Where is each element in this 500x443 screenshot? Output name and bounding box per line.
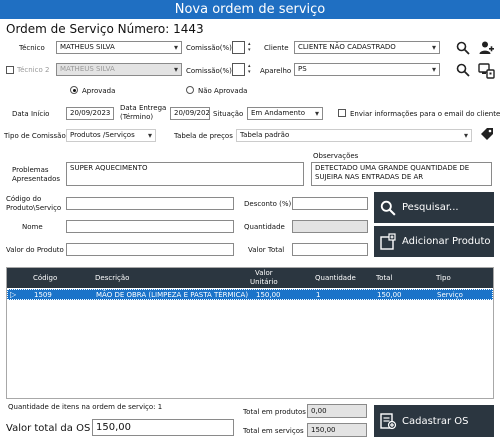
- adicionar-produto-label: Adicionar Produto: [402, 236, 491, 247]
- col-descricao[interactable]: Descrição: [95, 274, 129, 282]
- order-heading: Ordem de Serviço Número: 1443: [6, 22, 204, 36]
- nao-aprovada-radio[interactable]: [186, 86, 194, 94]
- comissao-input[interactable]: [232, 41, 245, 54]
- row-codigo: 1509: [34, 291, 52, 299]
- valor-total-os-field[interactable]: 150,00: [92, 419, 234, 436]
- col-tipo[interactable]: Tipo: [436, 274, 451, 282]
- situacao-label: Situação: [213, 110, 244, 118]
- valor-total-input[interactable]: [292, 243, 368, 256]
- problemas-label: Problemas: [12, 166, 49, 174]
- itens-count: Quantidade de itens na ordem de serviço:…: [8, 403, 163, 411]
- tabela-precos-select[interactable]: Tabela padrão: [236, 129, 472, 142]
- add-user-icon[interactable]: [478, 40, 494, 56]
- codigo-label: Código do: [6, 195, 42, 203]
- aparelho-label: Aparelho: [260, 67, 292, 75]
- col-valor-sub[interactable]: Unitário: [250, 278, 278, 286]
- total-produtos-field: 0,00: [307, 404, 367, 418]
- comissao2-stepper[interactable]: ▴ ▾: [248, 63, 256, 77]
- total-produtos-label: Total em produtos: [243, 408, 306, 416]
- items-table[interactable]: Código Descrição Valor Unitário Quantida…: [6, 267, 494, 399]
- nao-aprovada-label: Não Aprovada: [198, 87, 248, 95]
- nome-label: Nome: [22, 223, 43, 231]
- row-tipo: Serviço: [437, 291, 463, 299]
- tecnico2-select[interactable]: MATHEUS SILVA: [56, 63, 182, 76]
- data-entrega-sublabel: (Término): [120, 113, 154, 121]
- valor-produto-label: Valor do Produto: [6, 246, 64, 254]
- data-inicio-label: Data Início: [12, 110, 50, 118]
- table-header: Código Descrição Valor Unitário Quantida…: [7, 268, 493, 288]
- codigo-input[interactable]: [66, 197, 234, 210]
- table-row[interactable]: ▷ 1509 MÃO DE OBRA (LIMPEZA E PASTA TÉRM…: [7, 289, 493, 300]
- situacao-select[interactable]: Em Andamento: [247, 107, 323, 120]
- data-entrega-label: Data Entrega: [120, 104, 167, 112]
- search-icon[interactable]: [456, 41, 470, 55]
- row-descricao: MÃO DE OBRA (LIMPEZA E PASTA TÉRMICA): [96, 291, 249, 299]
- comissao2-label: Comissão(%): [186, 67, 232, 75]
- quantidade-label: Quantidade: [244, 223, 285, 231]
- email-checkbox[interactable]: [338, 109, 346, 117]
- comissao2-input[interactable]: [232, 63, 245, 76]
- add-icon: [374, 232, 402, 251]
- device-add-icon[interactable]: [478, 62, 495, 79]
- tipo-comissao-label: Tipo de Comissão: [4, 132, 66, 140]
- email-label: Enviar informações para o email do clien…: [350, 110, 500, 118]
- observacoes-textarea[interactable]: DETECTADO UMA GRANDE QUANTIDADE DE SUJEI…: [311, 162, 492, 186]
- codigo-sublabel: Produto\Serviço: [6, 204, 62, 212]
- row-selector-icon: ▷: [10, 290, 17, 299]
- nome-input[interactable]: [66, 220, 234, 233]
- col-quantidade[interactable]: Quantidade: [315, 274, 356, 282]
- tabela-precos-label: Tabela de preços: [174, 132, 233, 140]
- valor-produto-input[interactable]: [66, 243, 234, 256]
- problemas-sublabel: Apresentados: [12, 175, 61, 183]
- row-quantidade: 1: [316, 291, 321, 299]
- aprovada-radio[interactable]: [70, 86, 78, 94]
- cliente-select[interactable]: CLIENTE NÃO CADASTRADO: [294, 41, 440, 54]
- desconto-input[interactable]: [292, 197, 368, 210]
- quantidade-input[interactable]: [292, 220, 368, 233]
- col-codigo[interactable]: Código: [33, 274, 57, 282]
- pesquisar-label: Pesquisar...: [402, 202, 459, 213]
- cliente-label: Cliente: [264, 44, 289, 52]
- total-servicos-field: 150,00: [307, 423, 367, 437]
- tecnico2-label: Técnico 2: [17, 66, 50, 74]
- stepper-down-icon[interactable]: ▾: [248, 47, 256, 53]
- tecnico-select[interactable]: MATHEUS SILVA: [56, 41, 182, 54]
- comissao-label: Comissão(%): [186, 44, 232, 52]
- search-icon[interactable]: [456, 63, 470, 77]
- observacoes-label: Observações: [313, 152, 359, 160]
- tipo-comissao-select[interactable]: Produtos /Serviços: [66, 129, 156, 142]
- total-servicos-label: Total em serviços: [243, 427, 304, 435]
- desconto-label: Desconto (%): [244, 200, 292, 208]
- tecnico-label: Técnico: [19, 44, 45, 52]
- comissao-stepper[interactable]: ▴ ▾: [248, 41, 256, 55]
- window-title: Nova ordem de serviço: [0, 0, 500, 19]
- col-valor[interactable]: Valor: [255, 269, 273, 277]
- valor-total-os-label: Valor total da OS: [6, 423, 91, 434]
- pesquisar-button[interactable]: Pesquisar...: [374, 192, 494, 223]
- tecnico2-checkbox[interactable]: [6, 66, 14, 74]
- cadastrar-os-button[interactable]: Cadastrar OS: [374, 405, 494, 437]
- search-icon: [374, 200, 402, 216]
- stepper-down-icon[interactable]: ▾: [248, 69, 256, 75]
- aprovada-label: Aprovada: [82, 87, 116, 95]
- adicionar-produto-button[interactable]: Adicionar Produto: [374, 226, 494, 257]
- tag-icon[interactable]: [480, 127, 494, 141]
- data-inicio-field[interactable]: 20/09/2023: [66, 107, 114, 120]
- valor-total-label: Valor Total: [248, 246, 285, 254]
- row-valor: 150,00: [256, 291, 281, 299]
- aparelho-select[interactable]: PS: [294, 63, 440, 76]
- register-icon: [374, 412, 402, 430]
- problemas-textarea[interactable]: SUPER AQUECIMENTO: [66, 162, 304, 186]
- row-total: 150,00: [377, 291, 402, 299]
- col-total[interactable]: Total: [376, 274, 392, 282]
- data-entrega-field[interactable]: 20/09/2023: [170, 107, 210, 120]
- cadastrar-os-label: Cadastrar OS: [402, 415, 469, 427]
